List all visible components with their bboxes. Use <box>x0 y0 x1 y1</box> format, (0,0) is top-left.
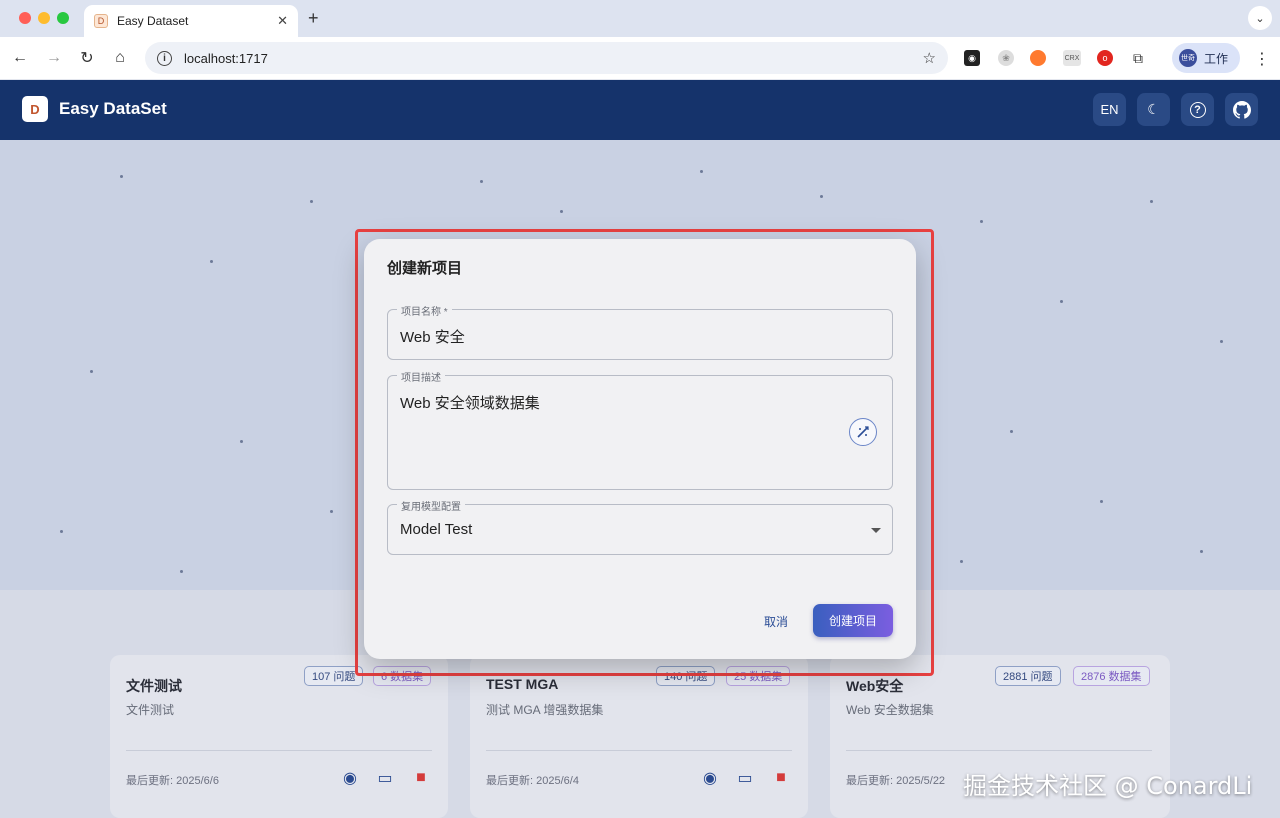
eye-icon[interactable]: ◉ <box>701 769 719 787</box>
language-button[interactable]: EN <box>1093 93 1126 126</box>
forward-icon[interactable]: → <box>44 48 64 68</box>
home-icon[interactable]: ⌂ <box>110 48 130 68</box>
back-icon[interactable]: ← <box>10 48 30 68</box>
project-card[interactable]: 文件测试 文件测试 107 问题 6 数据集 最后更新: 2025/6/6 ◉ … <box>110 655 448 818</box>
window-close-button[interactable] <box>19 12 31 24</box>
divider <box>846 750 1152 751</box>
window-zoom-button[interactable] <box>57 12 69 24</box>
divider <box>486 750 792 751</box>
moon-icon[interactable]: ☾ <box>1137 93 1170 126</box>
url-text[interactable]: localhost:1717 <box>184 51 923 66</box>
model-config-value[interactable]: Model Test <box>400 521 472 538</box>
tab-close-icon[interactable]: ✕ <box>277 13 288 29</box>
project-name: TEST MGA <box>486 676 559 692</box>
project-name: 文件测试 <box>126 678 182 694</box>
profile-label: 工作 <box>1204 51 1229 66</box>
bookmark-star-icon[interactable]: ☆ <box>923 49 936 67</box>
extension-5-icon[interactable]: o <box>1097 50 1113 66</box>
project-name-input[interactable]: Web 安全 <box>400 326 465 347</box>
window-minimize-button[interactable] <box>38 12 50 24</box>
crx-extension-icon[interactable]: CRX <box>1063 50 1081 66</box>
dataset-count-badge: 2876 数据集 <box>1073 666 1150 686</box>
project-description: 测试 MGA 增强数据集 <box>486 703 604 717</box>
create-project-button[interactable]: 创建项目 <box>813 604 893 637</box>
extension-2-icon[interactable]: ❀ <box>998 50 1014 66</box>
new-tab-button[interactable]: + <box>308 8 319 29</box>
avatar: 世奇 <box>1179 49 1197 67</box>
site-info-icon[interactable]: i <box>157 50 172 66</box>
browser-tab-strip: D Easy Dataset ✕ + ⌄ <box>0 0 1280 37</box>
app-header: D Easy DataSet EN ☾ ? <box>0 80 1280 140</box>
project-description: Web 安全数据集 <box>846 703 934 717</box>
project-name-field[interactable]: 项目名称 * Web 安全 <box>387 303 893 360</box>
trash-icon[interactable]: ■ <box>772 769 790 787</box>
project-description: 文件测试 <box>126 703 175 717</box>
tab-title: Easy Dataset <box>117 14 189 28</box>
project-description-input[interactable]: Web 安全领域数据集 <box>400 392 540 413</box>
logo-icon: D <box>22 96 48 122</box>
project-name-label: 项目名称 * <box>397 303 452 318</box>
reload-icon[interactable]: ↻ <box>77 48 97 68</box>
model-config-label: 复用模型配置 <box>397 498 465 513</box>
project-name: Web安全 <box>846 678 904 694</box>
help-icon[interactable]: ? <box>1181 93 1214 126</box>
extension-1-icon[interactable]: ◉ <box>964 50 980 66</box>
project-card[interactable]: TEST MGA 测试 MGA 增强数据集 140 问题 25 数据集 最后更新… <box>470 655 808 818</box>
trash-icon[interactable]: ■ <box>412 769 430 787</box>
favicon-icon: D <box>94 14 108 28</box>
browser-menu-icon[interactable]: ⋮ <box>1254 49 1270 69</box>
tab-search-button[interactable]: ⌄ <box>1248 6 1272 30</box>
last-updated: 最后更新: 2025/6/4 <box>486 775 579 787</box>
extensions-puzzle-icon[interactable]: ⧉ <box>1130 50 1146 66</box>
folder-icon[interactable]: ▭ <box>736 769 754 787</box>
divider <box>126 750 432 751</box>
model-config-select[interactable]: 复用模型配置 Model Test <box>387 498 893 555</box>
extension-3-icon[interactable] <box>1030 50 1046 66</box>
cancel-button[interactable]: 取消 <box>753 606 799 636</box>
project-description-field[interactable]: 项目描述 Web 安全领域数据集 <box>387 369 893 490</box>
browser-toolbar: ← → ↻ ⌂ i localhost:1717 ☆ ◉ ❀ CRX o ⧉ 世… <box>0 37 1280 80</box>
project-description-label: 项目描述 <box>397 369 445 384</box>
profile-button[interactable]: 世奇 工作 <box>1172 43 1240 73</box>
last-updated: 最后更新: 2025/5/22 <box>846 775 946 787</box>
chevron-down-icon[interactable] <box>871 528 881 533</box>
create-project-dialog: 创建新项目 项目名称 * Web 安全 项目描述 Web 安全领域数据集 复用模… <box>364 239 916 659</box>
folder-icon[interactable]: ▭ <box>376 769 394 787</box>
watermark: 掘金技术社区 @ ConardLi <box>963 772 1253 800</box>
app-brand: Easy DataSet <box>59 99 167 118</box>
question-count-badge: 2881 问题 <box>995 666 1061 686</box>
github-icon[interactable] <box>1225 93 1258 126</box>
dialog-title: 创建新项目 <box>387 260 463 277</box>
browser-tab[interactable]: D Easy Dataset ✕ <box>84 5 298 37</box>
eye-icon[interactable]: ◉ <box>341 769 359 787</box>
ai-optimize-icon[interactable] <box>849 418 877 446</box>
last-updated: 最后更新: 2025/6/6 <box>126 775 219 787</box>
address-bar[interactable]: i localhost:1717 ☆ <box>145 42 948 74</box>
